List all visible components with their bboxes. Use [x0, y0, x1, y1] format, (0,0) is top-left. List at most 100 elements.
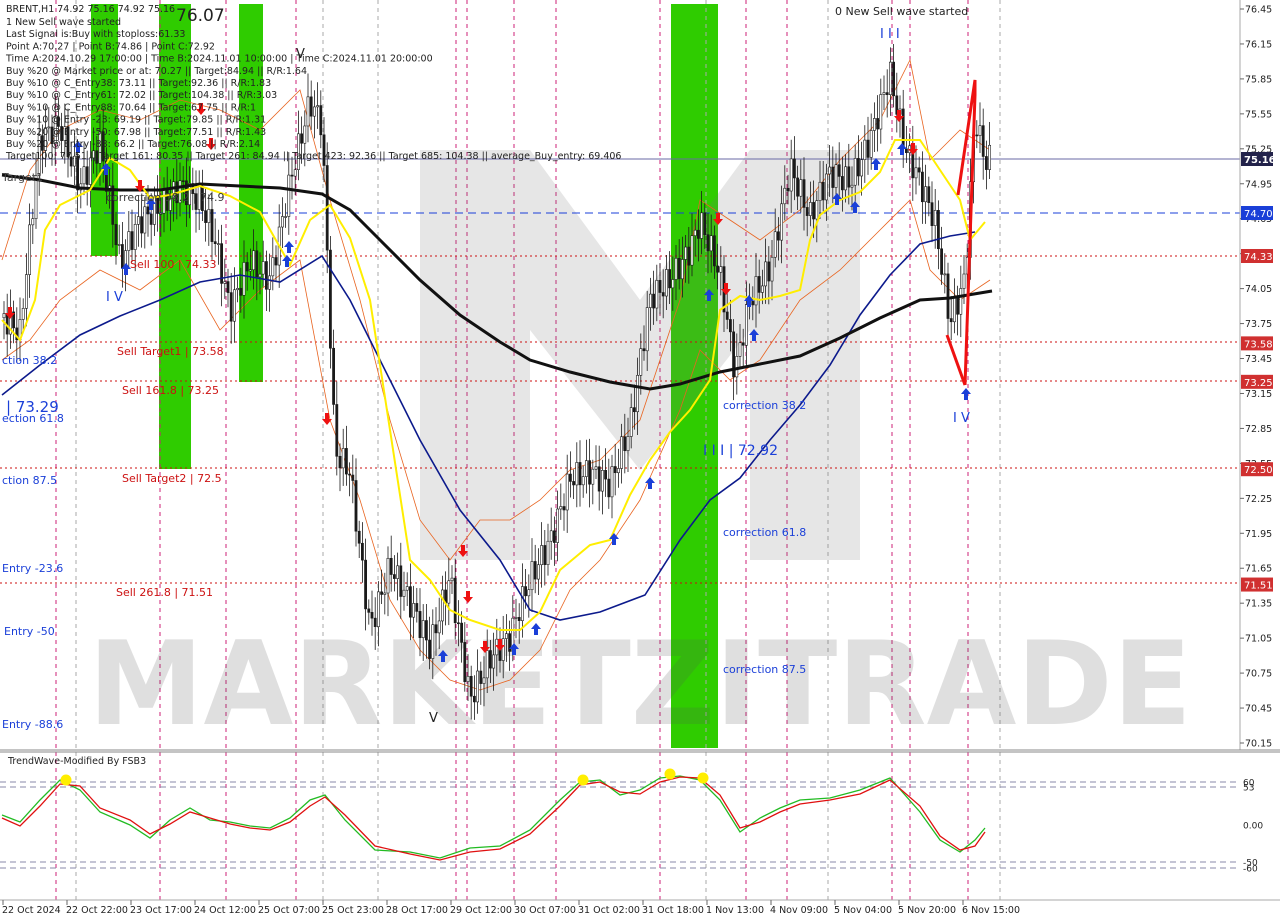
- buy-arrow-icon: [961, 388, 971, 400]
- candle-body: [837, 164, 841, 177]
- candle-body: [440, 589, 444, 622]
- time-label: 31 Oct 18:00: [642, 905, 704, 916]
- price-tick: 73.15: [1245, 389, 1272, 400]
- candle-body: [546, 540, 550, 565]
- candle-body: [946, 273, 950, 319]
- entry-23-label: Entry -23.6: [2, 562, 63, 575]
- time-axis: 22 Oct 2024 22 Oct 22:00 23 Oct 17:00 24 Oc…: [2, 900, 1020, 916]
- candle-body: [677, 258, 681, 280]
- candle-body: [280, 216, 284, 228]
- candle-body: [808, 202, 812, 216]
- candle-body: [949, 318, 953, 323]
- candle-body: [658, 280, 662, 293]
- time-label: 23 Oct 17:00: [130, 905, 192, 916]
- oscillator-tick: -60: [1243, 865, 1258, 875]
- candle-body: [924, 186, 928, 203]
- time-label: 28 Oct 17:00: [386, 905, 448, 916]
- wave-iv-right-label: I V: [953, 411, 970, 426]
- oscillator-tick: 0.00: [1243, 822, 1263, 832]
- candle-body: [252, 250, 256, 271]
- entry-88-label: Entry -88.6: [2, 718, 63, 731]
- candle-body: [149, 213, 153, 225]
- candle-body: [882, 92, 886, 95]
- candle-body: [584, 460, 588, 477]
- candle-body: [597, 466, 601, 492]
- candle-body: [796, 177, 800, 197]
- candle-body: [959, 288, 963, 315]
- candle-body: [840, 176, 844, 191]
- candle-body: [815, 200, 819, 220]
- candle-body: [648, 293, 652, 308]
- candle-body: [332, 347, 336, 405]
- candle-body: [594, 466, 598, 470]
- symbol-line: BRENT,H1 74.92 75.16 74.92 75.16: [6, 4, 175, 15]
- candle-body: [559, 506, 563, 510]
- candle-body: [933, 210, 937, 226]
- candle-body: [709, 235, 713, 252]
- red-level-value: 73.25: [1244, 378, 1273, 389]
- candle-body: [725, 311, 729, 320]
- candle-body: [233, 289, 236, 322]
- price-tick: 73.45: [1245, 354, 1272, 365]
- candle-body: [632, 407, 636, 413]
- time-label: 22 Oct 2024: [2, 905, 61, 916]
- candle-body: [380, 591, 384, 595]
- candle-body: [383, 592, 387, 595]
- sell-target2-label: Sell Target2 | 72.5: [122, 472, 222, 485]
- candle-body: [978, 125, 982, 136]
- candle-body: [242, 262, 246, 296]
- candle-body: [760, 285, 764, 293]
- sell-100-label: Sell 100 | 74.33: [130, 258, 217, 271]
- info-line: Buy %10 @ C_Entry61: 72.02 || Target:104…: [6, 90, 277, 101]
- price-tick: 71.95: [1245, 529, 1272, 540]
- candle-body: [517, 617, 521, 621]
- info-line: Buy %20 @ Entry -50: 67.98 || Target:77.…: [6, 127, 266, 138]
- candle-body: [264, 261, 268, 290]
- candle-body: [575, 462, 579, 486]
- candle-body: [639, 348, 643, 376]
- candle-body: [610, 466, 614, 498]
- blue-level-value: 74.70: [1244, 209, 1273, 220]
- correction-38-top-label: correction 38.2 | 74.9: [106, 191, 224, 204]
- candle-body: [696, 229, 700, 239]
- candle-body: [396, 565, 400, 579]
- candle-body: [735, 356, 739, 378]
- candle-body: [706, 234, 710, 252]
- candle-body: [399, 565, 403, 597]
- wave-v-bottom-label: V: [429, 711, 438, 726]
- candle-body: [786, 187, 790, 192]
- candle-body: [917, 167, 921, 173]
- candle-body: [834, 164, 838, 188]
- correction-61-label: correction 61.8: [723, 526, 806, 539]
- candle-body: [261, 261, 265, 275]
- oscillator-red-line: [1, 776, 986, 861]
- candle-body: [888, 61, 892, 96]
- candle-body: [847, 166, 851, 188]
- wave-iii-top-label: I I I: [880, 27, 900, 42]
- candle-body: [629, 407, 633, 437]
- candle-body: [258, 273, 262, 278]
- candle-body: [424, 620, 428, 641]
- candle-body: [143, 206, 147, 234]
- candle-body: [824, 173, 828, 201]
- candle-body: [744, 304, 748, 346]
- candle-body: [716, 265, 720, 273]
- candle-body: [437, 620, 441, 634]
- candle-body: [764, 261, 768, 287]
- red-level-value: 72.50: [1244, 465, 1273, 476]
- candle-body: [376, 591, 380, 627]
- candle-body: [591, 468, 595, 485]
- candle-body: [863, 139, 867, 160]
- candle-body: [536, 564, 540, 580]
- candle-body: [668, 269, 672, 289]
- candle-body: [751, 301, 755, 306]
- info-line: Buy %10 @ C_Entry88: 70.64 || Target:67.…: [6, 102, 256, 113]
- candle-body: [31, 218, 35, 226]
- candle-body: [831, 166, 835, 188]
- buy-arrow-icon: [284, 241, 294, 253]
- chart-canvas[interactable]: MARKETZITRADE Target1 Sell 100 | 74.33 c…: [0, 0, 1280, 920]
- candle-body: [504, 633, 508, 639]
- price-tick: 70.45: [1245, 704, 1272, 715]
- candle-body: [328, 249, 332, 349]
- candle-body: [207, 209, 211, 223]
